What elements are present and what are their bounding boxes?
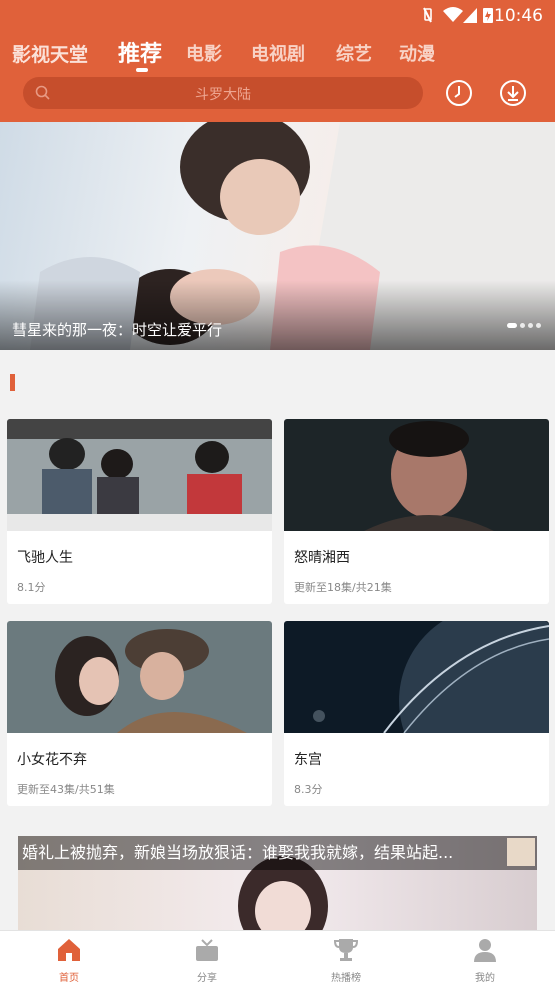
poster-image	[284, 419, 549, 531]
nav-profile[interactable]: 我的	[416, 931, 554, 989]
video-card[interactable]: 东宫 8.3分	[284, 621, 549, 806]
share-box-icon	[196, 939, 218, 961]
poster-image	[284, 621, 549, 796]
vibrate-off-icon	[423, 7, 432, 23]
promo-card[interactable]: 婚礼上被抛弃，新娘当场放狠话：谁娶我我就嫁，结果站起...	[18, 836, 537, 930]
tab-anime[interactable]: 动漫	[399, 40, 435, 66]
card-subtitle: 8.3分	[294, 783, 323, 796]
nav-label: 热播榜	[331, 973, 361, 984]
status-time: 10:46	[494, 6, 543, 26]
section-marker	[10, 374, 15, 391]
search-placeholder: 斗罗大陆	[195, 87, 251, 103]
carousel-dot	[507, 323, 517, 328]
video-card[interactable]: 飞驰人生 8.1分	[7, 419, 272, 604]
nav-label: 首页	[59, 973, 79, 984]
video-card[interactable]: 小女花不弃 更新至43集/共51集	[7, 621, 272, 806]
carousel-dot	[536, 323, 541, 328]
nav-label: 我的	[475, 973, 495, 984]
home-icon	[58, 939, 80, 961]
nav-home[interactable]: 首页	[0, 931, 138, 989]
carousel-dot	[528, 323, 533, 328]
video-card[interactable]: 怒晴湘西 更新至18集/共21集	[284, 419, 549, 604]
app-header: 影视天堂 推荐 电影 电视剧 综艺 动漫 斗罗大陆	[0, 30, 555, 122]
carousel-dot	[520, 323, 525, 328]
poster-image	[7, 621, 272, 733]
tab-movies[interactable]: 电影	[186, 40, 222, 66]
user-icon	[474, 939, 496, 962]
nav-label: 分享	[197, 973, 217, 984]
carousel-dots	[504, 313, 541, 332]
battery-icon	[483, 8, 493, 23]
tab-variety[interactable]: 综艺	[336, 40, 372, 66]
tab-active-indicator	[136, 68, 148, 72]
promo-badge	[507, 838, 535, 866]
card-subtitle: 8.1分	[17, 581, 46, 594]
tab-tv-series[interactable]: 电视剧	[251, 40, 305, 66]
nav-ranking[interactable]: 热播榜	[277, 931, 415, 989]
poster-image	[7, 419, 272, 531]
tab-recommend[interactable]: 推荐	[118, 36, 162, 68]
trophy-icon	[333, 939, 359, 961]
promo-title: 婚礼上被抛弃，新娘当场放狠话：谁娶我我就嫁，结果站起...	[18, 836, 537, 870]
nav-share[interactable]: 分享	[138, 931, 276, 989]
card-title: 怒晴湘西	[294, 550, 350, 566]
clock-icon[interactable]	[443, 77, 475, 109]
wifi-icon	[443, 7, 463, 22]
card-title: 东宫	[294, 752, 322, 768]
card-title: 小女花不弃	[17, 752, 87, 768]
card-subtitle: 更新至18集/共21集	[294, 581, 392, 594]
card-title: 飞驰人生	[17, 550, 73, 566]
download-icon[interactable]	[497, 77, 529, 109]
status-bar: 10:46	[0, 0, 555, 30]
card-subtitle: 更新至43集/共51集	[17, 783, 115, 796]
signal-icon	[463, 8, 477, 23]
search-input[interactable]: 斗罗大陆	[23, 77, 423, 109]
bottom-nav: 首页 分享 热播榜 我的	[0, 930, 555, 989]
app-brand: 影视天堂	[12, 44, 89, 66]
banner-caption: 彗星来的那一夜：时空让爱平行	[12, 321, 223, 339]
banner-carousel[interactable]: 彗星来的那一夜：时空让爱平行	[0, 122, 555, 350]
